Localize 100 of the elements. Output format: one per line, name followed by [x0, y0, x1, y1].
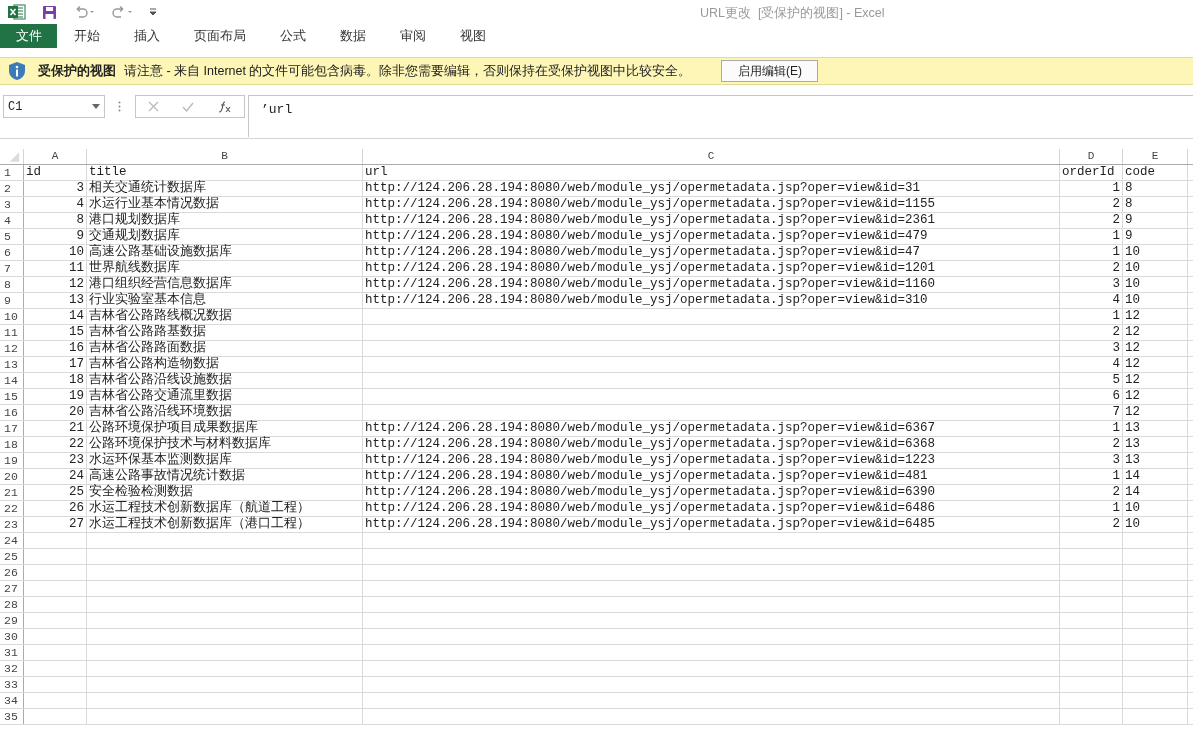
row-header[interactable]: 23	[0, 517, 24, 532]
table-cell: 23	[69, 453, 84, 468]
table-cell: 1	[1112, 245, 1120, 260]
table-cell: 2	[1112, 485, 1120, 500]
table-cell: 10	[1125, 245, 1140, 260]
formula-input[interactable]: ’url	[248, 95, 1193, 137]
table-cell: 14	[1125, 469, 1140, 484]
table-cell: 10	[1125, 277, 1140, 292]
column-header[interactable]: B	[87, 149, 363, 164]
table-cell: 12	[1125, 341, 1140, 356]
dropdown-icon[interactable]	[92, 104, 100, 109]
table-cell: 25	[69, 485, 84, 500]
column-header[interactable]: C	[363, 149, 1060, 164]
table-cell: http://124.206.28.194:8080/web/module_ysj/opermetadata.jsp?oper=view&id=2361	[365, 213, 936, 228]
row-header[interactable]: 27	[0, 581, 24, 596]
ribbon-tab[interactable]: 数据	[323, 24, 383, 48]
table-cell: 吉林省公路构造物数据	[89, 357, 219, 372]
shield-info-icon	[8, 61, 26, 81]
table-cell: 水运环保基本监测数据库	[89, 453, 232, 468]
table-cell: 14	[69, 309, 84, 324]
row-header[interactable]: 22	[0, 501, 24, 516]
table-cell: http://124.206.28.194:8080/web/module_ysj/opermetadata.jsp?oper=view&id=479	[365, 229, 928, 244]
table-cell: 11	[69, 261, 84, 276]
table-cell: 10	[69, 245, 84, 260]
row-header[interactable]: 7	[0, 261, 24, 276]
enable-editing-button[interactable]: 启用编辑(E)	[721, 60, 819, 82]
row-header[interactable]: 4	[0, 213, 24, 228]
row-header[interactable]: 34	[0, 693, 24, 708]
column-header[interactable]: D	[1060, 149, 1123, 164]
column-header[interactable]: A	[24, 149, 87, 164]
table-cell: 吉林省公路交通流里数据	[89, 389, 232, 404]
table-cell: 2	[1112, 213, 1120, 228]
ribbon-tab[interactable]: 公式	[263, 24, 323, 48]
row-header[interactable]: 13	[0, 357, 24, 372]
row-header[interactable]: 14	[0, 373, 24, 388]
ribbon-tab[interactable]: 页面布局	[177, 24, 263, 48]
table-cell: 24	[69, 469, 84, 484]
redo-icon[interactable]	[111, 6, 133, 18]
table-cell: 21	[69, 421, 84, 436]
row-header[interactable]: 12	[0, 341, 24, 356]
row-header[interactable]: 29	[0, 613, 24, 628]
table-cell: http://124.206.28.194:8080/web/module_ysj/opermetadata.jsp?oper=view&id=6368	[365, 437, 936, 452]
table-cell: 1	[1112, 309, 1120, 324]
checkmark-icon[interactable]	[182, 101, 195, 112]
insert-function-icon[interactable]	[218, 100, 233, 113]
row-header[interactable]: 9	[0, 293, 24, 308]
row-header[interactable]: 30	[0, 629, 24, 644]
table-cell: 9	[1125, 213, 1133, 228]
table-cell: 12	[1125, 357, 1140, 372]
table-cell: 港口组织经营信息数据库	[89, 277, 232, 292]
table-cell: 12	[1125, 405, 1140, 420]
row-header[interactable]: 15	[0, 389, 24, 404]
customize-toolbar-icon[interactable]	[149, 8, 157, 16]
column-header[interactable]: E	[1123, 149, 1188, 164]
row-header[interactable]: 16	[0, 405, 24, 420]
row-header[interactable]: 32	[0, 661, 24, 676]
table-cell: http://124.206.28.194:8080/web/module_ysj/opermetadata.jsp?oper=view&id=31	[365, 181, 921, 196]
table-cell: 3	[1112, 277, 1120, 292]
save-icon[interactable]	[42, 4, 57, 20]
more-options-icon[interactable]	[118, 101, 121, 112]
table-cell: 1	[1112, 421, 1120, 436]
cancel-icon[interactable]	[147, 101, 159, 112]
table-cell: 4	[76, 197, 84, 212]
table-cell: 5	[1112, 373, 1120, 388]
row-header[interactable]: 2	[0, 181, 24, 196]
row-header[interactable]: 31	[0, 645, 24, 660]
row-header[interactable]: 11	[0, 325, 24, 340]
table-cell: http://124.206.28.194:8080/web/module_ysj/opermetadata.jsp?oper=view&id=1160	[365, 277, 936, 292]
ribbon-tab[interactable]: 插入	[117, 24, 177, 48]
table-cell: 12	[1125, 389, 1140, 404]
row-header[interactable]: 18	[0, 437, 24, 452]
table-cell: 3	[1112, 341, 1120, 356]
row-header[interactable]: 10	[0, 309, 24, 324]
table-cell: 13	[69, 293, 84, 308]
table-cell: 2	[1112, 517, 1120, 532]
row-header[interactable]: 26	[0, 565, 24, 580]
row-header[interactable]: 24	[0, 533, 24, 548]
row-header[interactable]: 25	[0, 549, 24, 564]
table-cell: 公路环境保护技术与材料数据库	[89, 437, 271, 452]
row-header[interactable]: 35	[0, 709, 24, 724]
row-header[interactable]: 8	[0, 277, 24, 292]
file-menu-button[interactable]: 文件	[0, 24, 57, 48]
row-header[interactable]: 33	[0, 677, 24, 692]
table-cell: 16	[69, 341, 84, 356]
row-header[interactable]: 3	[0, 197, 24, 212]
row-header[interactable]: 20	[0, 469, 24, 484]
ribbon-tab[interactable]: 开始	[57, 24, 117, 48]
table-cell: 吉林省公路路面数据	[89, 341, 206, 356]
ribbon-tab[interactable]: 视图	[443, 24, 503, 48]
row-header[interactable]: 19	[0, 453, 24, 468]
row-header[interactable]: 28	[0, 597, 24, 612]
table-cell: 吉林省公路沿线环境数据	[89, 405, 232, 420]
name-box[interactable]: C1	[3, 95, 105, 118]
row-header[interactable]: 5	[0, 229, 24, 244]
row-header[interactable]: 6	[0, 245, 24, 260]
window-title: URL更改 [受保护的视图] - Excel	[700, 5, 885, 22]
ribbon-tab[interactable]: 审阅	[383, 24, 443, 48]
row-header[interactable]: 17	[0, 421, 24, 436]
row-header[interactable]: 1	[0, 165, 24, 180]
row-header[interactable]: 21	[0, 485, 24, 500]
